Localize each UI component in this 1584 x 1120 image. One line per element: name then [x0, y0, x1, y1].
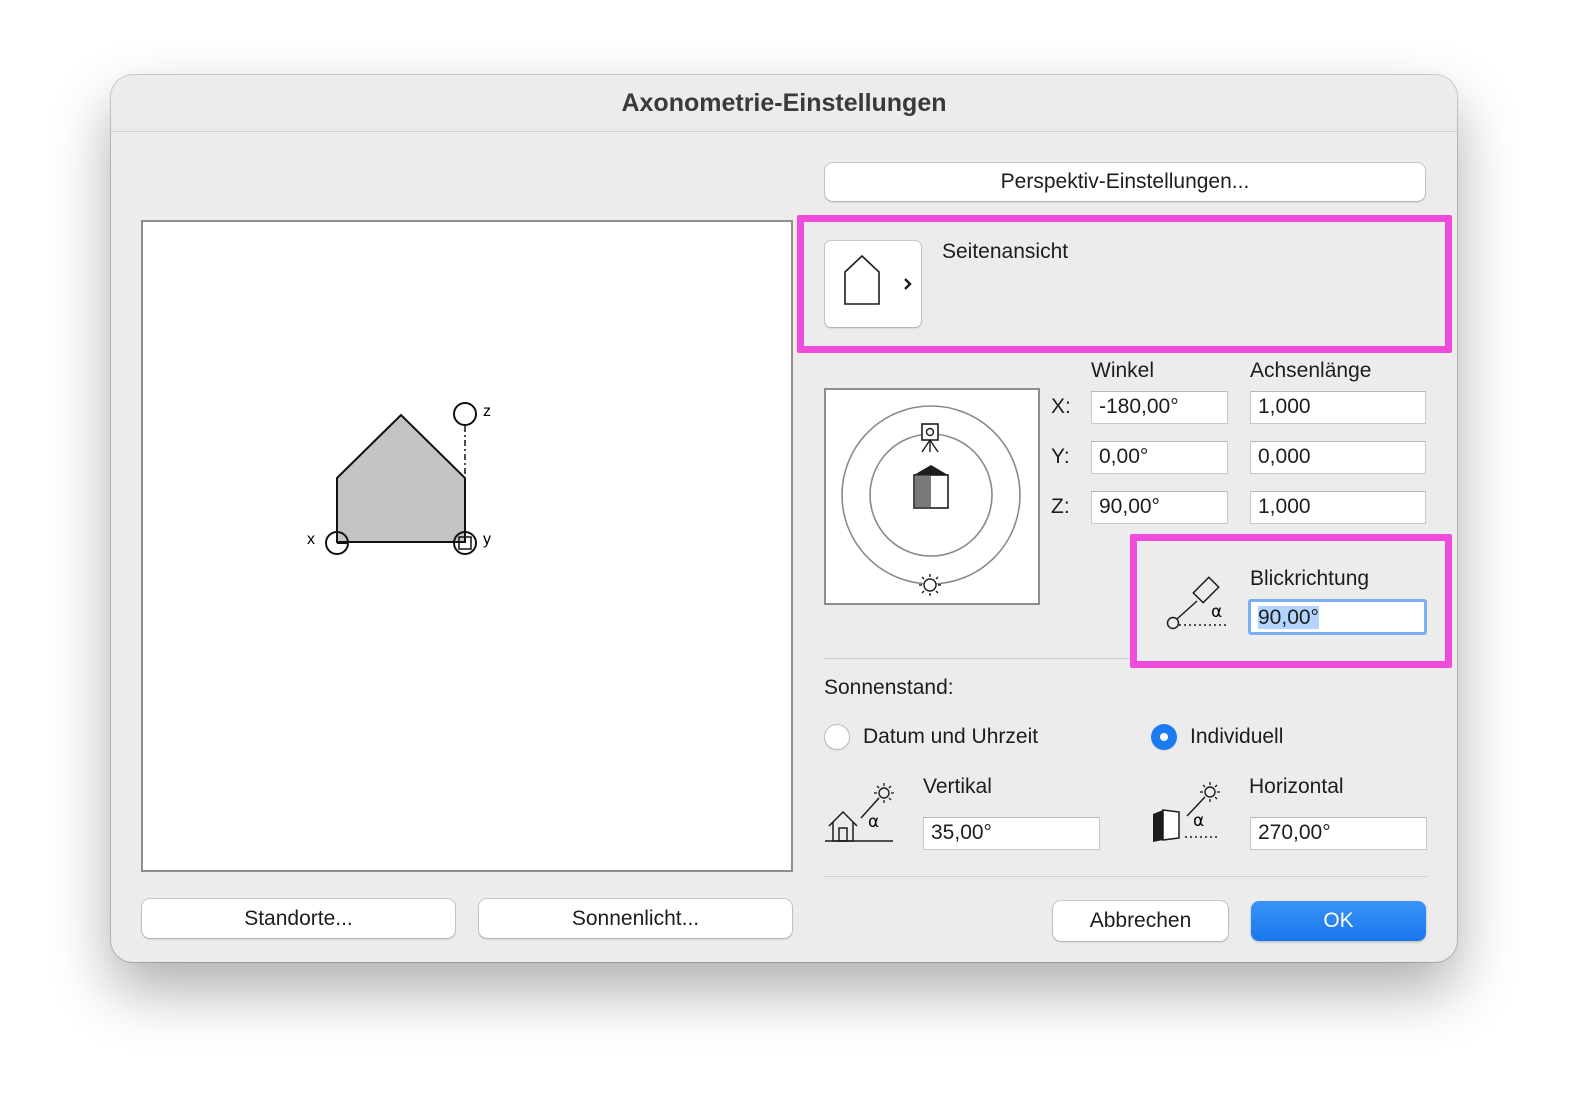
z-angle-field[interactable]: 90,00° — [1091, 491, 1228, 524]
house-block-icon — [913, 465, 949, 509]
camera-orbit-widget[interactable] — [824, 388, 1040, 605]
svg-text:α: α — [1211, 602, 1222, 622]
vertical-angle-field[interactable]: 35,00° — [923, 817, 1100, 850]
radio-date-time[interactable] — [824, 724, 850, 750]
axis-length-column-header: Achsenlänge — [1250, 359, 1372, 382]
angle-column-header: Winkel — [1091, 359, 1155, 382]
x-axis-label: x — [307, 531, 315, 548]
horizontal-label: Horizontal — [1249, 775, 1344, 798]
camera-icon[interactable] — [921, 423, 939, 453]
title-bar: Axonometrie-Einstellungen — [111, 75, 1457, 132]
perspective-settings-button[interactable]: Perspektiv-Einstellungen... — [825, 163, 1425, 201]
y-axis-label: y — [483, 531, 491, 548]
horizontal-angle-field[interactable]: 270,00° — [1250, 817, 1427, 850]
row-x-label: X: — [1051, 395, 1071, 418]
cancel-button[interactable]: Abbrechen — [1053, 901, 1228, 941]
z-axis-length-field[interactable]: 1,000 — [1250, 491, 1426, 524]
box-sun-angle-icon: α — [1149, 778, 1221, 848]
radio-custom-label[interactable]: Individuell — [1190, 725, 1283, 749]
view-type-name: Seitenansicht — [942, 240, 1069, 263]
vertical-label: Vertikal — [923, 775, 992, 798]
y-axis-length-field[interactable]: 0,000 — [1250, 441, 1426, 474]
house-shape — [336, 413, 466, 543]
row-z-label: Z: — [1051, 495, 1070, 518]
sun-icon[interactable] — [919, 574, 941, 596]
svg-text:α: α — [1193, 811, 1204, 831]
z-axis-handle[interactable] — [453, 402, 477, 426]
svg-text:α: α — [868, 812, 879, 832]
x-angle-field[interactable]: -180,00° — [1091, 391, 1228, 424]
sun-position-heading: Sonnenstand: — [824, 676, 954, 699]
camera-orbit-icon — [841, 405, 1021, 596]
view-type-selector[interactable] — [825, 241, 921, 327]
house-outline-icon — [844, 254, 912, 305]
sunlight-button[interactable]: Sonnenlicht... — [479, 899, 792, 938]
row-y-label: Y: — [1051, 445, 1070, 468]
radio-date-time-label[interactable]: Datum und Uhrzeit — [863, 725, 1038, 749]
house-sun-angle-icon: α — [823, 778, 895, 848]
dialog-window: Axonometrie-Einstellungen x y z Standort… — [111, 75, 1457, 962]
axonometry-preview: x y z — [141, 220, 793, 872]
view-direction-value: 90,00° — [1258, 606, 1319, 629]
separator-upper — [824, 658, 1130, 659]
camera-angle-icon: α — [1161, 569, 1233, 633]
z-axis-label: z — [483, 403, 491, 420]
x-axis-length-field[interactable]: 1,000 — [1250, 391, 1426, 424]
view-direction-label: Blickrichtung — [1250, 567, 1370, 590]
locations-button[interactable]: Standorte... — [142, 899, 455, 938]
ok-button[interactable]: OK — [1251, 901, 1426, 941]
chevron-right-icon — [904, 278, 912, 290]
separator-lower — [824, 876, 1427, 877]
dialog-title: Axonometrie-Einstellungen — [621, 89, 947, 117]
house-axonometry-drawing: x y z — [307, 402, 491, 555]
view-direction-field[interactable]: 90,00° — [1248, 599, 1427, 635]
radio-custom[interactable] — [1151, 724, 1177, 750]
y-angle-field[interactable]: 0,00° — [1091, 441, 1228, 474]
